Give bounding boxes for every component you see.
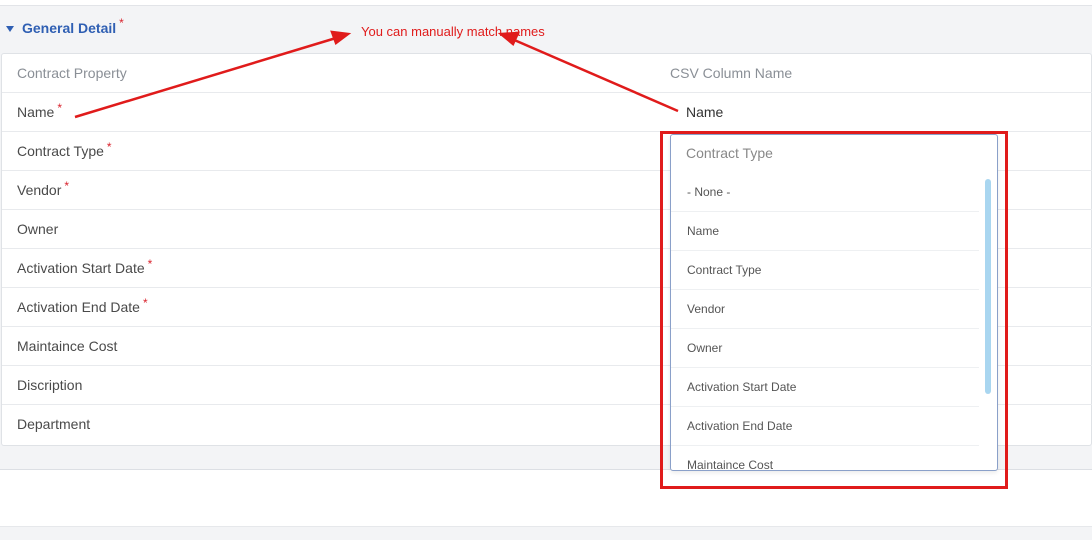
dropdown-options-list: - None - Name Contract Type Vendor Owner… [671,173,979,470]
dropdown-option[interactable]: Activation Start Date [671,368,979,407]
property-label: Maintaince Cost [17,338,118,354]
dropdown-selected-value[interactable]: Contract Type [686,135,773,171]
dropdown-option[interactable]: Name [671,212,979,251]
property-label: Activation End Date * [17,296,148,315]
dropdown-option[interactable]: Owner [671,329,979,368]
dropdown-option[interactable]: - None - [671,173,979,212]
property-label: Owner [17,221,59,237]
required-marker: * [142,296,148,310]
dropdown-option[interactable]: Maintaince Cost [671,446,979,470]
property-label: Name * [17,101,63,120]
required-marker: * [147,257,153,271]
property-label: Contract Type * [17,140,112,159]
table-row: Name * Name [2,93,1092,132]
caret-down-icon [6,25,14,32]
property-label: Discription [17,377,83,393]
header-contract-property: Contract Property [17,65,127,81]
header-csv-column-name: CSV Column Name [670,65,793,81]
dropdown-option[interactable]: Vendor [671,290,979,329]
required-marker: * [64,179,70,193]
dropdown-option[interactable]: Activation End Date [671,407,979,446]
dropdown-scrollbar[interactable] [985,179,991,394]
csv-column-dropdown[interactable]: Contract Type - None - Name Contract Typ… [670,134,998,471]
footer-band [0,526,1092,540]
required-marker: * [57,101,63,115]
required-marker: * [119,16,124,30]
property-label: Vendor * [17,179,70,198]
section-title: General Detail [22,20,117,36]
csv-column-value[interactable]: Name [686,93,723,131]
dropdown-option[interactable]: Contract Type [671,251,979,290]
table-header-row: Contract Property CSV Column Name [2,54,1092,93]
property-label: Department [17,416,91,432]
property-label: Activation Start Date * [17,257,153,276]
required-marker: * [106,140,112,154]
annotation-text: You can manually match names [361,24,545,39]
section-toggle[interactable]: General Detail * [6,16,124,38]
